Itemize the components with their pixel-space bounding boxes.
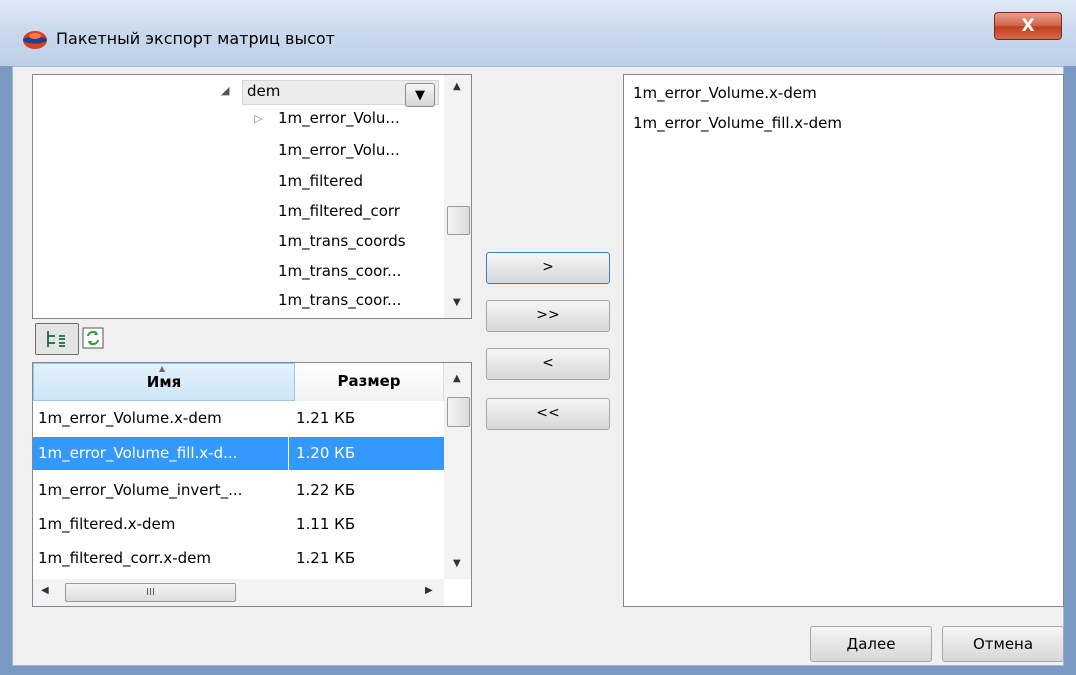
file-size-cell: 1.21 КБ <box>296 549 356 567</box>
remove-selected-button[interactable]: < <box>486 348 610 380</box>
tree-item[interactable]: 1m_filtered <box>278 172 363 190</box>
tree-view-icon <box>47 331 65 347</box>
title-bar[interactable]: Пакетный экспорт матриц высот X <box>0 0 1076 66</box>
next-button[interactable]: Далее <box>810 626 932 662</box>
file-size-cell: 1.11 КБ <box>296 515 356 533</box>
tree-item[interactable]: 1m_trans_coords <box>278 232 406 250</box>
dropdown-arrow-icon[interactable]: ▼ <box>405 83 435 107</box>
add-selected-button[interactable]: > <box>486 252 610 284</box>
tree-item[interactable]: 1m_filtered_corr <box>278 202 400 220</box>
scroll-right-icon[interactable]: ▶ <box>425 585 433 596</box>
list-item[interactable]: 1m_error_Volume.x-dem <box>633 84 817 102</box>
tree-item[interactable]: 1m_trans_coor... <box>278 262 401 280</box>
close-button[interactable]: X <box>994 12 1062 40</box>
scrollbar-thumb[interactable]: III <box>65 583 236 602</box>
tree-item[interactable]: 1m_trans_coor... <box>278 291 401 309</box>
window-title: Пакетный экспорт матриц высот <box>56 29 335 48</box>
remove-all-button[interactable]: << <box>486 398 610 430</box>
file-size-cell: 1.21 КБ <box>296 409 356 427</box>
scrollbar-grip: III <box>146 587 155 598</box>
column-header-size[interactable]: Размер <box>295 363 444 401</box>
add-all-button[interactable]: >> <box>486 300 610 332</box>
table-vertical-scrollbar[interactable]: ▲ ▼ <box>444 363 471 579</box>
file-name-cell: 1m_error_Volume.x-dem <box>38 409 222 427</box>
refresh-button[interactable] <box>82 325 106 353</box>
folder-tree[interactable]: ◢ dem ▼ ▷ 1m_error_Volu... 1m_error_Volu… <box>32 74 472 319</box>
table-row-selected[interactable]: 1m_error_Volume_fill.x-d... 1.20 КБ <box>33 437 444 470</box>
scroll-down-icon[interactable]: ▼ <box>453 297 461 308</box>
tree-vertical-scrollbar[interactable]: ▲ ▼ <box>444 75 471 318</box>
scrollbar-thumb[interactable] <box>447 397 470 427</box>
scroll-up-icon[interactable]: ▲ <box>453 373 461 384</box>
app-logo-icon <box>23 31 47 49</box>
file-name-cell: 1m_error_Volume_invert_... <box>38 481 243 499</box>
selected-files-list[interactable]: 1m_error_Volume.x-dem 1m_error_Volume_fi… <box>623 74 1064 607</box>
table-row[interactable]: 1m_filtered.x-dem 1.11 КБ <box>33 507 444 541</box>
scroll-down-icon[interactable]: ▼ <box>453 558 461 569</box>
tree-item[interactable]: 1m_error_Volu... <box>278 109 400 127</box>
file-table[interactable]: Имя ▲ Размер 1m_error_Volume.x-dem 1.21 … <box>32 362 472 607</box>
tree-view-button[interactable] <box>35 323 79 355</box>
list-item[interactable]: 1m_error_Volume_fill.x-dem <box>633 114 842 132</box>
sort-ascending-icon: ▲ <box>159 364 166 373</box>
tree-item[interactable]: 1m_error_Volu... <box>278 141 400 159</box>
table-horizontal-scrollbar[interactable]: ◀ III ▶ <box>33 579 444 606</box>
refresh-icon <box>82 327 104 349</box>
column-header-label: Имя <box>146 373 182 391</box>
scrollbar-thumb[interactable] <box>447 206 470 235</box>
file-size-cell: 1.22 КБ <box>296 481 356 499</box>
file-name-cell: 1m_filtered_corr.x-dem <box>38 549 212 567</box>
file-size-cell: 1.20 КБ <box>296 444 356 462</box>
table-row[interactable]: 1m_filtered_corr.x-dem 1.21 КБ <box>33 541 444 575</box>
collapse-arrow-icon[interactable]: ◢ <box>221 84 229 97</box>
cancel-button[interactable]: Отмена <box>942 626 1064 662</box>
cell-divider <box>288 437 289 470</box>
file-name-cell: 1m_filtered.x-dem <box>38 515 176 533</box>
table-row[interactable]: 1m_error_Volume_invert_... 1.22 КБ <box>33 473 444 507</box>
table-row[interactable]: 1m_error_Volume.x-dem 1.21 КБ <box>33 401 444 435</box>
dialog-window: Пакетный экспорт матриц высот X ◢ dem ▼ … <box>0 0 1076 675</box>
tree-item-dem[interactable]: dem <box>247 82 280 100</box>
column-header-label: Размер <box>337 372 401 390</box>
scroll-left-icon[interactable]: ◀ <box>41 585 49 596</box>
file-name-cell: 1m_error_Volume_fill.x-d... <box>38 444 238 462</box>
scroll-up-icon[interactable]: ▲ <box>453 81 461 92</box>
expand-arrow-icon[interactable]: ▷ <box>254 112 262 125</box>
